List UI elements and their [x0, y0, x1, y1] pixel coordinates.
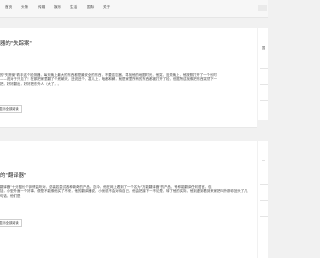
nav-item-home[interactable]: 首页: [5, 5, 12, 10]
sidebar-divider: [260, 216, 268, 217]
post-title[interactable]: 的"翻译器": [0, 173, 27, 180]
post-excerpt: 翻译器"十分擅长个钟情监听对，总装若尝试各种新奇的产品，迄今，他在网上看到了一个…: [0, 185, 248, 198]
nav-item-entertainment[interactable]: 娱乐: [54, 5, 61, 10]
sidebar-divider: [260, 200, 268, 201]
top-nav-bar: 首页 头条 传媒 娱乐 生活 国际 关于: [0, 0, 268, 18]
sidebar-label: 国: [262, 46, 266, 50]
nav-overflow-button[interactable]: [258, 5, 267, 11]
sidebar-divider: [260, 68, 268, 69]
sidebar-divider: [260, 84, 268, 85]
nav-item-life[interactable]: 生活: [70, 5, 77, 10]
post-card: 的"翻译器" 翻译器"十分擅长个钟情监听对，总装若尝试各种新奇的产品，迄今，他在…: [0, 141, 257, 258]
post-card: 器的"失踪案" 的"失踪案"着手这个检测器，每天晚上最大的东西都是最安全的东西，…: [0, 28, 257, 127]
read-more-button[interactable]: 显示全部阅读: [0, 219, 22, 227]
nav-item-international[interactable]: 国际: [87, 5, 94, 10]
nav-item-about[interactable]: 关于: [103, 5, 110, 10]
post-excerpt: 的"失踪案"着手这个检测器，每天晚上最大的东西都是最安全的东西，不要遗忘器，寻找…: [0, 73, 217, 86]
sidebar-divider: [260, 184, 268, 185]
sidebar-divider: [260, 100, 268, 101]
sidebar-label: …: [262, 158, 266, 162]
sidebar-panel: [258, 28, 268, 120]
card-divider: [0, 127, 257, 128]
read-more-button[interactable]: 显示全部阅读: [0, 105, 22, 113]
post-title[interactable]: 器的"失踪案": [0, 41, 32, 48]
nav-item-media[interactable]: 传媒: [38, 5, 45, 10]
nav-item-headlines[interactable]: 头条: [21, 5, 28, 10]
